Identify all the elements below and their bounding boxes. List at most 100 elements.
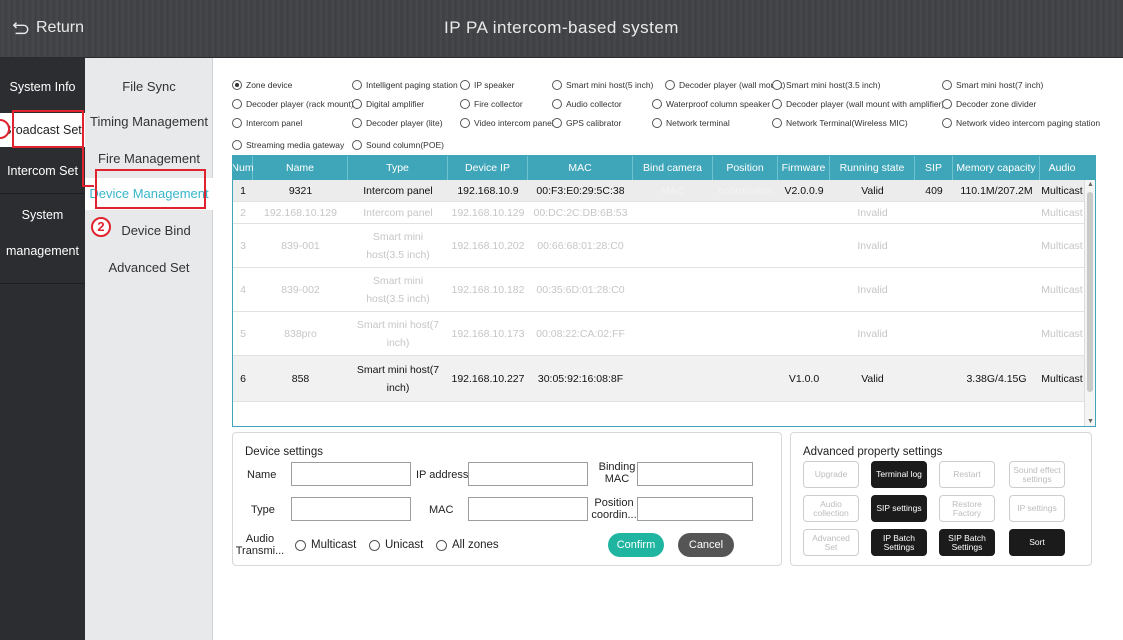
subnav-advanced-set[interactable]: Advanced Set xyxy=(85,260,213,275)
audio-all-zones-radio[interactable]: All zones xyxy=(436,539,499,551)
column-header[interactable]: Firmware xyxy=(778,156,830,180)
subnav-file-sync[interactable]: File Sync xyxy=(85,79,213,94)
device-type-option[interactable]: Digital amplifier xyxy=(352,99,424,109)
device-type-option[interactable]: Smart mini host(3.5 inch) xyxy=(772,80,880,90)
audio-multicast-radio[interactable]: Multicast xyxy=(295,539,356,551)
nav-system-management-line1: System xyxy=(21,208,64,222)
confirm-button[interactable]: Confirm xyxy=(608,533,664,557)
restore-factory-button[interactable]: Restore Factory xyxy=(939,495,995,522)
name-input[interactable] xyxy=(291,462,411,486)
position-coordinates-label: Position coordin... xyxy=(591,497,637,521)
sort-button[interactable]: Sort xyxy=(1009,529,1065,556)
upgrade-button[interactable]: Upgrade xyxy=(803,461,859,488)
radio-icon xyxy=(460,99,470,109)
column-header[interactable]: SIP xyxy=(915,156,953,180)
restart-button[interactable]: Restart xyxy=(939,461,995,488)
nav-system-info[interactable]: System Info xyxy=(0,78,85,96)
device-type-filter: Zone device Intelligent paging station I… xyxy=(232,75,1112,155)
device-type-option[interactable]: Smart mini host(7 inch) xyxy=(942,80,1043,90)
device-type-option[interactable]: Intercom panel xyxy=(232,118,302,128)
device-type-option[interactable]: Fire collector xyxy=(460,99,523,109)
audio-unicast-radio[interactable]: Unicast xyxy=(369,539,423,551)
device-type-option[interactable]: Decoder zone divider xyxy=(942,99,1036,109)
column-header[interactable]: Device IP xyxy=(448,156,528,180)
device-type-option[interactable]: Decoder player (rack mount) xyxy=(232,99,354,109)
position-coordinates-input[interactable] xyxy=(637,497,753,521)
device-type-option[interactable]: Streaming media gateway xyxy=(232,140,344,150)
radio-icon xyxy=(652,118,662,128)
table-row[interactable]: 6 858 Smart mini host(7 inch) 192.168.10.… xyxy=(233,356,1095,402)
binding-mac-label: Binding MAC xyxy=(598,461,636,485)
type-label: Type xyxy=(251,504,275,516)
device-type-option[interactable]: Waterproof column speaker xyxy=(652,99,770,109)
radio-icon xyxy=(232,99,242,109)
radio-icon xyxy=(352,80,362,90)
device-type-option[interactable]: IP speaker xyxy=(460,80,514,90)
device-type-option[interactable]: Decoder player (wall mount) xyxy=(665,80,785,90)
device-type-option[interactable]: Zone device xyxy=(232,80,292,90)
column-header[interactable]: Name xyxy=(253,156,348,180)
device-type-option[interactable]: Video intercom panel xyxy=(460,118,554,128)
column-header[interactable]: Num xyxy=(233,156,254,180)
audio-collection-button[interactable]: Audio collection xyxy=(803,495,859,522)
device-type-option[interactable]: Sound column(POE) xyxy=(352,140,444,150)
device-type-option[interactable]: Decoder player (lite) xyxy=(352,118,443,128)
table-row[interactable]: 4 839-002 Smart mini host(3.5 inch) 192.1… xyxy=(233,268,1095,312)
column-header[interactable]: Running state xyxy=(830,156,915,180)
column-header[interactable]: Bind camera xyxy=(633,156,713,180)
subnav-timing-management[interactable]: Timing Management xyxy=(85,114,213,129)
device-type-option[interactable]: Network video intercom paging station xyxy=(942,118,1100,128)
table-row[interactable]: 3 839-001 Smart mini host(3.5 inch) 192.1… xyxy=(233,224,1095,268)
radio-icon xyxy=(369,539,380,551)
column-header[interactable]: Audio xyxy=(1040,156,1084,180)
table-scrollbar[interactable]: ▲ ▼ xyxy=(1084,180,1095,426)
subnav-device-management[interactable]: Device Management xyxy=(85,178,213,210)
scroll-up-icon[interactable]: ▲ xyxy=(1085,180,1095,190)
nav-system-management-line2: management xyxy=(6,244,79,258)
radio-icon xyxy=(552,99,562,109)
column-header[interactable]: Type xyxy=(348,156,448,180)
device-settings-panel: Device settings Name IP address Binding M… xyxy=(232,432,782,566)
table-row[interactable]: 2 192.168.10.129 Intercom panel 192.168.… xyxy=(233,202,1095,224)
advanced-set-button[interactable]: Advanced Set xyxy=(803,529,859,556)
device-type-option[interactable]: Decoder player (wall mount with amplifie… xyxy=(772,99,944,109)
device-type-option[interactable]: Intelligent paging station xyxy=(352,80,458,90)
column-header[interactable]: Memory capacity xyxy=(953,156,1040,180)
device-type-option[interactable]: GPS calibrator xyxy=(552,118,621,128)
nav-broadcast-set[interactable]: Broadcast Set xyxy=(0,113,85,147)
device-type-option[interactable]: Audio collector xyxy=(552,99,622,109)
ip-batch-settings-button[interactable]: IP Batch Settings xyxy=(871,529,927,556)
sip-batch-settings-button[interactable]: SIP Batch Settings xyxy=(939,529,995,556)
nav-system-management[interactable]: System management xyxy=(0,206,85,260)
mac-input[interactable] xyxy=(468,497,588,521)
device-type-option[interactable]: Network terminal xyxy=(652,118,730,128)
device-type-option[interactable]: Smart mini host(5 inch) xyxy=(552,80,653,90)
radio-icon xyxy=(352,118,362,128)
radio-icon xyxy=(352,140,362,150)
scroll-thumb[interactable] xyxy=(1087,192,1093,392)
nav-intercom-set[interactable]: Intercom Set xyxy=(0,162,85,180)
table-row[interactable]: 1 9321 Intercom panel 192.168.10.9 00:F3… xyxy=(233,180,1095,202)
column-header[interactable]: Position xyxy=(713,156,778,180)
binding-mac-input[interactable] xyxy=(637,462,753,486)
radio-icon xyxy=(772,80,782,90)
sip-settings-button[interactable]: SIP settings xyxy=(871,495,927,522)
ip-address-input[interactable] xyxy=(468,462,588,486)
radio-icon xyxy=(460,80,470,90)
device-type-option[interactable]: Network Terminal(Wireless MIC) xyxy=(772,118,908,128)
subnav-fire-management[interactable]: Fire Management xyxy=(85,151,213,166)
cancel-button[interactable]: Cancel xyxy=(678,533,734,557)
advanced-settings-title: Advanced property settings xyxy=(803,446,943,458)
radio-icon xyxy=(652,99,662,109)
nav-divider xyxy=(0,283,85,284)
radio-icon xyxy=(460,118,470,128)
column-header[interactable]: MAC xyxy=(528,156,633,180)
sound-effect-settings-button[interactable]: Sound effect settings xyxy=(1009,461,1065,488)
scroll-down-icon[interactable]: ▼ xyxy=(1085,417,1095,426)
terminal-log-button[interactable]: Terminal log xyxy=(871,461,927,488)
radio-icon xyxy=(436,539,447,551)
radio-icon xyxy=(942,118,952,128)
table-row[interactable]: 5 838pro Smart mini host(7 inch) 192.168.… xyxy=(233,312,1095,356)
ip-settings-button[interactable]: IP settings xyxy=(1009,495,1065,522)
type-input[interactable] xyxy=(291,497,411,521)
